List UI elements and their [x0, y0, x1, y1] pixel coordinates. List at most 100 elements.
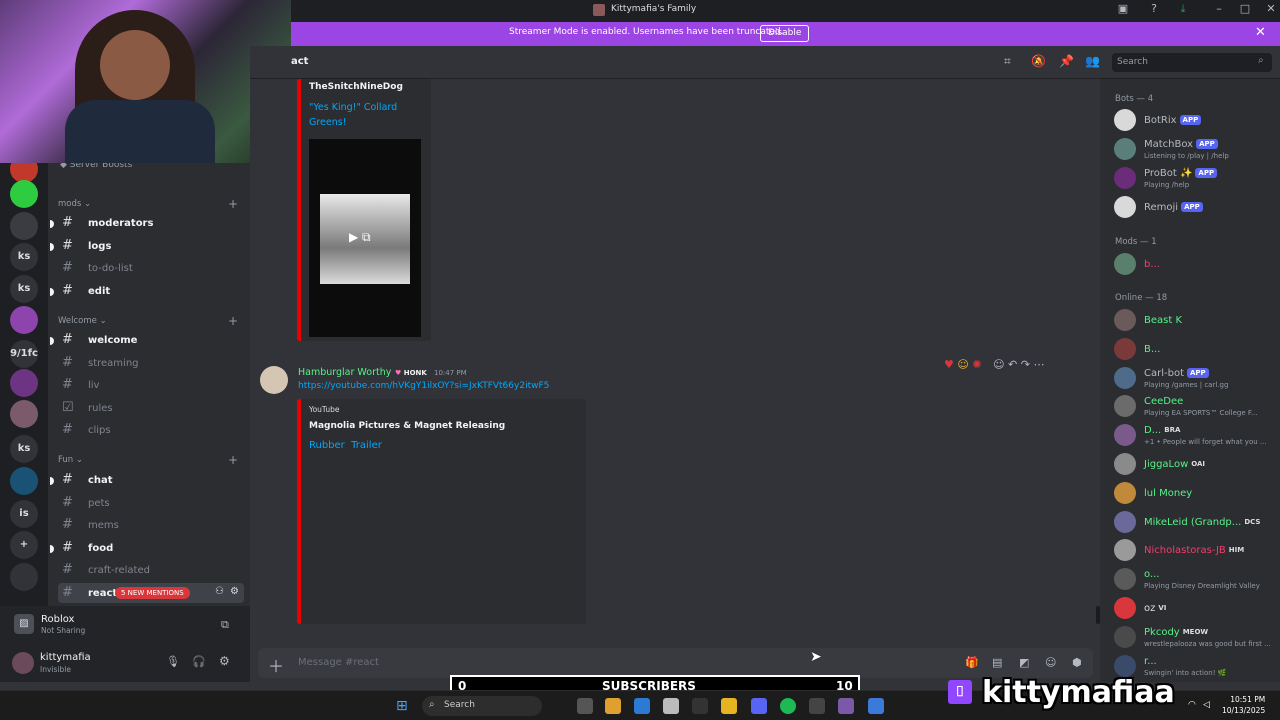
close-window-icon[interactable]: ✕ — [1262, 2, 1280, 15]
member-item[interactable]: oz VI — [1114, 595, 1274, 621]
youtube-link[interactable]: https://youtube.com/hVKgY1ilxOY?si=JxKTF… — [298, 381, 549, 391]
channel-to-do-list[interactable]: # to-do-list — [58, 258, 244, 278]
channel-chat[interactable]: # chat — [50, 470, 244, 490]
channel-food[interactable]: # food — [50, 538, 244, 558]
server-icon-11[interactable]: is — [10, 500, 38, 528]
sticker-icon[interactable]: ◩ — [1019, 656, 1029, 669]
heart-reaction-icon[interactable]: ♥ — [944, 358, 954, 371]
file-explorer-icon[interactable] — [721, 698, 737, 714]
app-icon[interactable] — [838, 698, 854, 714]
add-reaction-icon[interactable]: ☺ — [993, 358, 1004, 371]
server-icon-1[interactable] — [10, 180, 38, 208]
download-icon[interactable]: ⤓ — [1174, 2, 1192, 16]
message-author[interactable]: Hamburglar Worthy — [298, 367, 391, 378]
server-icon-12[interactable]: + — [10, 531, 38, 559]
member-item[interactable]: ProBot ✨ APP Playing /help — [1114, 165, 1274, 191]
notification-bell-icon[interactable]: 🔕 — [1031, 54, 1046, 68]
channel-pets[interactable]: # pets — [58, 493, 244, 513]
channel-edit[interactable]: # edit — [50, 281, 244, 301]
member-item[interactable]: B... — [1114, 336, 1274, 362]
member-item[interactable]: Remoji APP — [1114, 194, 1274, 220]
reply-icon[interactable]: ↶ — [1008, 358, 1017, 371]
settings-gear-icon[interactable]: ⚙ — [219, 654, 230, 668]
forward-icon[interactable]: ↷ — [1021, 358, 1030, 371]
gif-icon[interactable]: ▤ — [992, 656, 1002, 669]
attach-plus-icon[interactable]: ＋ — [268, 653, 284, 677]
screen-share-icon[interactable]: ⧉ — [221, 618, 229, 632]
minimize-icon[interactable]: – — [1210, 2, 1228, 15]
channel-streaming[interactable]: # streaming — [58, 353, 244, 373]
username[interactable]: kittymafia — [40, 652, 91, 663]
embed-title-link[interactable]: "Yes King!" Collard Greens! — [309, 100, 419, 130]
server-icon-2[interactable] — [10, 212, 38, 240]
obs-icon[interactable] — [692, 698, 708, 714]
help-icon[interactable]: ? — [1145, 2, 1163, 15]
member-item[interactable]: MikeLeid (Grandp... DCS — [1114, 509, 1274, 535]
server-icon-4[interactable]: ks — [10, 275, 38, 303]
server-icon-5[interactable] — [10, 306, 38, 334]
server-icon-9[interactable]: ks — [10, 435, 38, 463]
member-item[interactable]: o... Playing Disney Dreamlight Valley — [1114, 566, 1274, 592]
search-box[interactable]: Search ⌕ — [1112, 53, 1272, 72]
member-item[interactable]: BotRix APP — [1114, 107, 1274, 133]
chrome-icon[interactable] — [605, 698, 621, 714]
channel-moderators[interactable]: # moderators — [50, 213, 244, 233]
member-item[interactable]: lul Money — [1114, 480, 1274, 506]
discord-taskbar-icon[interactable] — [751, 698, 767, 714]
video-thumbnail[interactable]: ▶ ⧉ — [309, 139, 421, 337]
add-channel-icon[interactable]: + — [228, 453, 238, 467]
channel-liv[interactable]: # liv — [58, 375, 244, 395]
member-item[interactable]: JiggaLow OAI — [1114, 451, 1274, 477]
spotify-icon[interactable] — [780, 698, 796, 714]
member-item[interactable]: Beast K — [1114, 307, 1274, 333]
channel-settings-icon[interactable]: ⚙ — [230, 586, 239, 597]
member-item[interactable]: Nicholastoras-JB HIM — [1114, 537, 1274, 563]
embed-publisher[interactable]: Magnolia Pictures & Magnet Releasing — [309, 421, 505, 431]
apps-icon[interactable]: ⬢ — [1072, 656, 1082, 669]
category-mods[interactable]: mods ⌄ + — [58, 197, 238, 211]
embed-video-title[interactable]: Rubber Trailer — [309, 440, 382, 451]
maximize-icon[interactable]: □ — [1236, 2, 1254, 15]
channel-welcome[interactable]: # welcome — [50, 330, 244, 350]
server-icon-7[interactable] — [10, 369, 38, 397]
emoji-icon[interactable]: ☺ — [1045, 656, 1056, 669]
more-options-icon[interactable]: ⋯ — [1033, 358, 1044, 371]
edge-icon[interactable] — [634, 698, 650, 714]
channel-clips[interactable]: # clips — [58, 420, 244, 440]
close-banner-icon[interactable]: ✕ — [1255, 25, 1266, 40]
channel-mems[interactable]: # mems — [58, 515, 244, 535]
threads-icon[interactable]: ⌗ — [1004, 54, 1011, 69]
channel-react[interactable]: # react 5 NEW MENTIONS ⚇ ⚙ — [58, 583, 244, 603]
store-icon[interactable] — [663, 698, 679, 714]
channel-logs[interactable]: # logs — [50, 236, 244, 256]
message-input[interactable]: Message #react — [298, 657, 379, 668]
server-icon-6[interactable]: 9/1fc — [10, 340, 38, 368]
app-icon-2[interactable] — [868, 698, 884, 714]
task-view-icon[interactable] — [577, 698, 593, 714]
windows-start-icon[interactable]: ⊞ — [396, 698, 412, 714]
member-item[interactable]: CeeDee Playing EA SPORTS™ College F... — [1114, 393, 1274, 419]
play-icon[interactable]: ▶ ⧉ — [349, 230, 371, 245]
member-item[interactable]: D... BRA +1 • People will forget what you … — [1114, 422, 1274, 448]
microphone-icon[interactable]: 🎙 — [166, 655, 180, 668]
steam-icon[interactable] — [809, 698, 825, 714]
server-icon-13[interactable] — [10, 563, 38, 591]
headphones-icon[interactable]: 🎧 — [192, 655, 206, 668]
member-item[interactable]: Carl-bot APP Playing /games | carl.gg — [1114, 365, 1274, 391]
disable-streamer-mode-button[interactable]: Disable — [760, 25, 810, 42]
member-item[interactable]: Pkcody MEOW wrestlepalooza was good but fi… — [1114, 624, 1274, 650]
channel-rules[interactable]: ☑ rules — [58, 398, 244, 418]
invite-icon[interactable]: ⚇ — [215, 586, 224, 597]
member-item[interactable]: MatchBox APP Listening to /play | /help — [1114, 136, 1274, 162]
pin-icon[interactable]: 📌 — [1059, 54, 1074, 68]
server-icon-8[interactable] — [10, 400, 38, 428]
new-mentions-pill[interactable]: 5 NEW MENTIONS — [115, 587, 190, 599]
message-composer[interactable]: ＋ Message #react 🎁 ▤ ◩ ☺ ⬢ — [258, 648, 1093, 678]
avatar[interactable] — [12, 652, 34, 674]
channel-craft-related[interactable]: # craft-related — [58, 560, 244, 580]
server-icon-10[interactable] — [10, 467, 38, 495]
member-list-icon[interactable]: 👥 — [1085, 54, 1100, 68]
message-avatar[interactable] — [260, 366, 288, 394]
taskbar-search[interactable]: ⌕ Search — [422, 696, 542, 716]
add-channel-icon[interactable]: + — [228, 197, 238, 211]
